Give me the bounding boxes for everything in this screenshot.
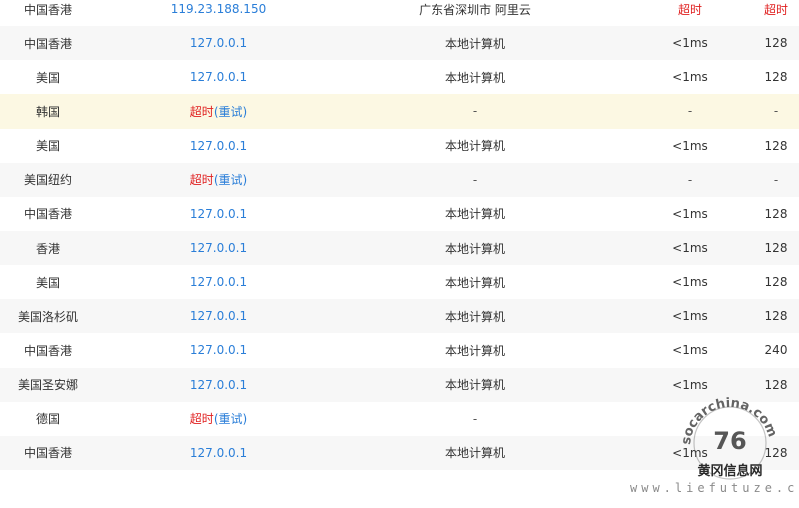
ip-link[interactable]: 127.0.0.1: [120, 197, 317, 231]
location-cell: 中国香港: [23, 207, 72, 222]
isp-cell: 本地计算机: [444, 275, 505, 290]
location-cell: 美国圣安娜: [17, 378, 78, 393]
location-cell: 中国香港: [23, 446, 72, 461]
ttl-cell: 128: [764, 36, 788, 51]
ttl-cell: 128: [764, 206, 788, 221]
response-time-cell: <1ms: [672, 138, 708, 153]
ttl-cell: 128: [764, 70, 788, 85]
isp-cell: 本地计算机: [444, 378, 505, 393]
retry-link[interactable]: (重试): [214, 103, 247, 120]
table-row: 美国 127.0.0.1 本地计算机 <1ms 128: [0, 128, 799, 163]
ttl-cell: 128: [764, 309, 788, 324]
response-time-cell: <1ms: [672, 206, 708, 221]
timeout-label: 超时: [189, 412, 214, 427]
response-time-cell: <1ms: [672, 275, 708, 290]
ip-link[interactable]: 127.0.0.1: [120, 265, 317, 299]
response-time-cell: -: [687, 172, 693, 187]
table-row: 中国香港 127.0.0.1 本地计算机 <1ms 128: [0, 26, 799, 61]
ip-link[interactable]: 127.0.0.1: [120, 231, 317, 265]
ttl-cell: -: [773, 104, 779, 119]
location-cell: 韩国: [35, 104, 60, 119]
isp-cell: 本地计算机: [444, 309, 505, 324]
ip-link[interactable]: 127.0.0.1: [120, 26, 317, 60]
location-cell: 德国: [35, 412, 60, 427]
isp-cell: -: [472, 411, 478, 426]
ttl-cell: 超时: [763, 2, 788, 17]
ip-link[interactable]: 127.0.0.1: [120, 368, 317, 402]
timeout-cell: 超时 (重试): [120, 94, 317, 128]
location-cell: 中国香港: [23, 2, 72, 17]
retry-link[interactable]: (重试): [214, 171, 247, 188]
timeout-label: 超时: [189, 173, 214, 188]
ip-link[interactable]: 119.23.188.150: [120, 0, 317, 26]
table-row: 香港 127.0.0.1 本地计算机 <1ms 128: [0, 230, 799, 266]
table-row: 中国香港 119.23.188.150 广东省深圳市 阿里云 超时 超时: [0, 0, 799, 27]
table-row: 美国 127.0.0.1 本地计算机 <1ms 128: [0, 60, 799, 95]
table-row: 美国 127.0.0.1 本地计算机 <1ms 128: [0, 265, 799, 300]
watermark-logo: socarchina.com 76 黄冈信息网: [679, 396, 780, 480]
location-cell: 中国香港: [23, 343, 72, 358]
isp-cell: 本地计算机: [444, 70, 505, 85]
isp-cell: 本地计算机: [444, 446, 505, 461]
table-row: 美国纽约 超时 (重试) - - -: [0, 162, 799, 197]
response-time-cell: -: [687, 104, 693, 119]
watermark-number: 76: [713, 427, 746, 455]
isp-cell: -: [472, 104, 478, 119]
response-time-cell: <1ms: [672, 241, 708, 256]
table-row: 美国洛杉矶 127.0.0.1 本地计算机 <1ms 128: [0, 299, 799, 334]
location-cell: 美国: [35, 275, 60, 290]
ip-link[interactable]: 127.0.0.1: [120, 129, 317, 163]
location-cell: 香港: [35, 241, 60, 256]
ttl-cell: -: [773, 172, 779, 187]
response-time-cell: 超时: [677, 2, 702, 17]
isp-cell: 本地计算机: [444, 207, 505, 222]
table-row: 韩国 超时 (重试) - - -: [0, 94, 799, 129]
timeout-label: 超时: [189, 104, 214, 119]
ttl-cell: 240: [764, 343, 788, 358]
timeout-cell: 超时 (重试): [120, 163, 317, 197]
isp-cell: 本地计算机: [444, 139, 505, 154]
response-time-cell: <1ms: [672, 36, 708, 51]
ip-link[interactable]: 127.0.0.1: [120, 60, 317, 94]
ttl-cell: 128: [764, 241, 788, 256]
timeout-cell: 超时 (重试): [120, 402, 317, 436]
response-time-cell: <1ms: [672, 70, 708, 85]
isp-cell: 本地计算机: [444, 241, 505, 256]
ttl-cell: 128: [764, 275, 788, 290]
location-cell: 美国洛杉矶: [17, 309, 78, 324]
isp-cell: -: [472, 172, 478, 187]
isp-cell: 本地计算机: [444, 343, 505, 358]
table-row: 中国香港 127.0.0.1 本地计算机 <1ms 128: [0, 196, 799, 231]
location-cell: 中国香港: [23, 36, 72, 51]
location-cell: 美国: [35, 70, 60, 85]
watermark-url: www.liefutuze.com: [630, 481, 799, 495]
location-cell: 美国纽约: [23, 173, 72, 188]
watermark-brand: 黄冈信息网: [697, 463, 762, 479]
ip-link[interactable]: 127.0.0.1: [120, 436, 317, 470]
ttl-cell: 128: [764, 138, 788, 153]
retry-link[interactable]: (重试): [214, 410, 247, 427]
isp-cell: 广东省深圳市 阿里云: [419, 2, 531, 17]
location-cell: 美国: [35, 139, 60, 154]
ip-link[interactable]: 127.0.0.1: [120, 333, 317, 367]
table-row: 中国香港 127.0.0.1 本地计算机 <1ms 240: [0, 333, 799, 368]
ip-link[interactable]: 127.0.0.1: [120, 299, 317, 333]
response-time-cell: <1ms: [672, 343, 708, 358]
response-time-cell: <1ms: [672, 309, 708, 324]
isp-cell: 本地计算机: [444, 36, 505, 51]
